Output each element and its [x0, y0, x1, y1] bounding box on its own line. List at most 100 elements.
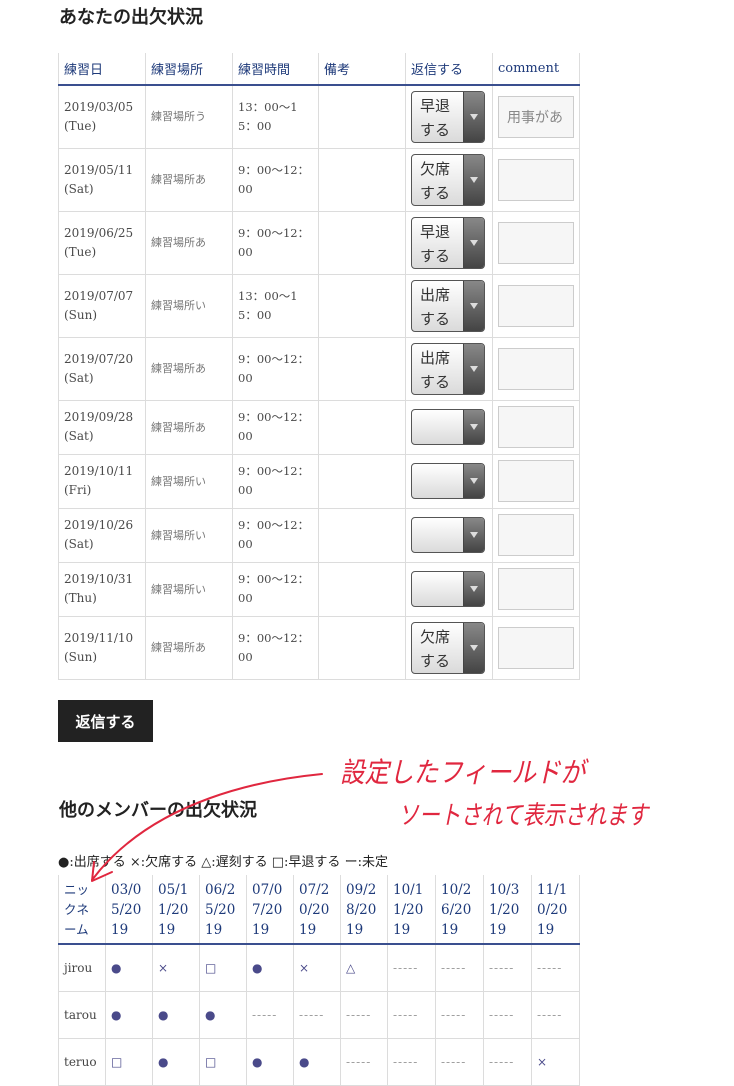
reply-cell: 出席する — [405, 273, 493, 338]
reply-select-value: 欠席する — [420, 627, 451, 670]
practice-date: 2019/11/10(Sun) — [58, 615, 146, 680]
practice-note — [318, 615, 406, 680]
nickname-header: ニックネーム — [58, 875, 106, 945]
reply-select[interactable] — [411, 571, 485, 607]
comment-input[interactable] — [498, 406, 574, 448]
reply-select[interactable]: 欠席する — [411, 153, 485, 206]
reply-select[interactable]: 早退する — [411, 216, 485, 269]
member-status: ● — [293, 1038, 341, 1086]
attendance-row: 2019/11/10(Sun) 練習場所あ 9：00〜12：00 欠席する — [58, 615, 580, 680]
reply-select[interactable] — [411, 517, 485, 553]
chevron-down-icon — [463, 343, 484, 394]
practice-place: 練習場所あ — [145, 399, 233, 455]
chevron-down-icon — [463, 622, 484, 673]
status-legend: ●:出席する ×:欠席する △:遅刻する □:早退する ー:未定 — [58, 855, 388, 870]
practice-note — [318, 210, 406, 275]
table-header-row: 練習日 練習場所 練習時間 備考 返信する comment — [58, 53, 580, 86]
member-row: jirou ● × □ ● × △ ----- ----- ----- ----- — [58, 943, 580, 992]
practice-place: 練習場所う — [145, 84, 233, 149]
date-column-header: 09/28/2019 — [340, 875, 388, 945]
practice-place: 練習場所あ — [145, 336, 233, 401]
comment-input[interactable] — [498, 514, 574, 556]
reply-cell: 出席する — [405, 336, 493, 401]
my-attendance-table: 練習日 練習場所 練習時間 備考 返信する comment 2019/03/05(Tue)… — [58, 53, 580, 680]
comment-cell — [492, 399, 580, 455]
practice-date: 2019/10/11(Fri) — [58, 453, 146, 509]
reply-select-value: 出席する — [420, 348, 451, 391]
comment-input[interactable] — [498, 626, 574, 669]
member-nickname: jirou — [58, 943, 106, 992]
members-attendance-table: ニックネーム 03/05/2019 05/11/2019 06/25/2019 07/0… — [58, 875, 580, 1086]
member-status: ----- — [483, 943, 532, 992]
member-row: teruo □ ● □ ● ● ----- ----- ----- ----- × — [58, 1038, 580, 1086]
section-title-my-attendance: あなたの出欠状況 — [59, 7, 203, 28]
reply-select[interactable] — [411, 409, 485, 445]
attendance-row: 2019/07/07(Sun) 練習場所い 13：00〜15：00 出席する — [58, 273, 580, 338]
date-column-header: 07/07/2019 — [246, 875, 294, 945]
column-header: 練習場所 — [145, 53, 233, 86]
reply-select[interactable]: 出席する — [411, 279, 485, 332]
practice-time: 9：00〜12：00 — [232, 561, 319, 617]
comment-input[interactable] — [498, 221, 574, 264]
reply-select-value: 早退する — [420, 96, 451, 139]
member-status: ----- — [340, 991, 388, 1039]
reply-cell — [405, 561, 493, 617]
reply-submit-button[interactable]: 返信する — [58, 700, 153, 742]
practice-time: 9：00〜12：00 — [232, 453, 319, 509]
comment-cell — [492, 147, 580, 212]
practice-time: 9：00〜12：00 — [232, 399, 319, 455]
members-header-row: ニックネーム 03/05/2019 05/11/2019 06/25/2019 07/0… — [58, 875, 580, 945]
reply-select[interactable] — [411, 463, 485, 499]
practice-time: 9：00〜12：00 — [232, 210, 319, 275]
member-status: ● — [152, 991, 200, 1039]
member-status: ● — [105, 991, 153, 1039]
reply-select-value: 欠席する — [420, 159, 451, 202]
reply-select[interactable]: 欠席する — [411, 621, 485, 674]
member-status: △ — [340, 943, 388, 992]
date-column-header: 06/25/2019 — [199, 875, 247, 945]
reply-select-value: 出席する — [420, 285, 451, 328]
practice-date: 2019/07/20(Sat) — [58, 336, 146, 401]
member-status: ● — [246, 1038, 294, 1086]
reply-cell: 早退する — [405, 210, 493, 275]
comment-input[interactable] — [498, 347, 574, 390]
reply-cell — [405, 453, 493, 509]
attendance-row: 2019/07/20(Sat) 練習場所あ 9：00〜12：00 出席する — [58, 336, 580, 401]
practice-note — [318, 147, 406, 212]
attendance-row: 2019/03/05(Tue) 練習場所う 13：00〜15：00 早退する 用事があ — [58, 84, 580, 149]
attendance-row: 2019/09/28(Sat) 練習場所あ 9：00〜12：00 — [58, 399, 580, 455]
practice-place: 練習場所い — [145, 507, 233, 563]
comment-input[interactable] — [498, 460, 574, 502]
reply-cell: 早退する — [405, 84, 493, 149]
member-status: □ — [199, 943, 247, 992]
member-status: ----- — [387, 1038, 436, 1086]
member-nickname: teruo — [58, 1038, 106, 1086]
chevron-down-icon — [463, 464, 484, 498]
reply-select[interactable]: 出席する — [411, 342, 485, 395]
member-status: ----- — [435, 991, 484, 1039]
comment-input[interactable]: 用事があ — [498, 95, 574, 138]
comment-cell — [492, 453, 580, 509]
comment-cell: 用事があ — [492, 84, 580, 149]
comment-input[interactable] — [498, 284, 574, 327]
comment-cell — [492, 561, 580, 617]
member-status: □ — [105, 1038, 153, 1086]
practice-note — [318, 84, 406, 149]
practice-note — [318, 273, 406, 338]
reply-select[interactable]: 早退する — [411, 90, 485, 143]
comment-input[interactable] — [498, 158, 574, 201]
member-status: × — [293, 943, 341, 992]
attendance-row: 2019/10/26(Sat) 練習場所い 9：00〜12：00 — [58, 507, 580, 563]
practice-time: 9：00〜12：00 — [232, 507, 319, 563]
member-status: × — [152, 943, 200, 992]
practice-place: 練習場所い — [145, 453, 233, 509]
practice-time: 13：00〜15：00 — [232, 84, 319, 149]
member-nickname: tarou — [58, 991, 106, 1039]
practice-date: 2019/03/05(Tue) — [58, 84, 146, 149]
practice-date: 2019/10/26(Sat) — [58, 507, 146, 563]
member-status: ● — [152, 1038, 200, 1086]
member-status: ----- — [483, 1038, 532, 1086]
practice-time: 9：00〜12：00 — [232, 147, 319, 212]
comment-input[interactable] — [498, 568, 574, 610]
date-column-header: 10/26/2019 — [435, 875, 484, 945]
